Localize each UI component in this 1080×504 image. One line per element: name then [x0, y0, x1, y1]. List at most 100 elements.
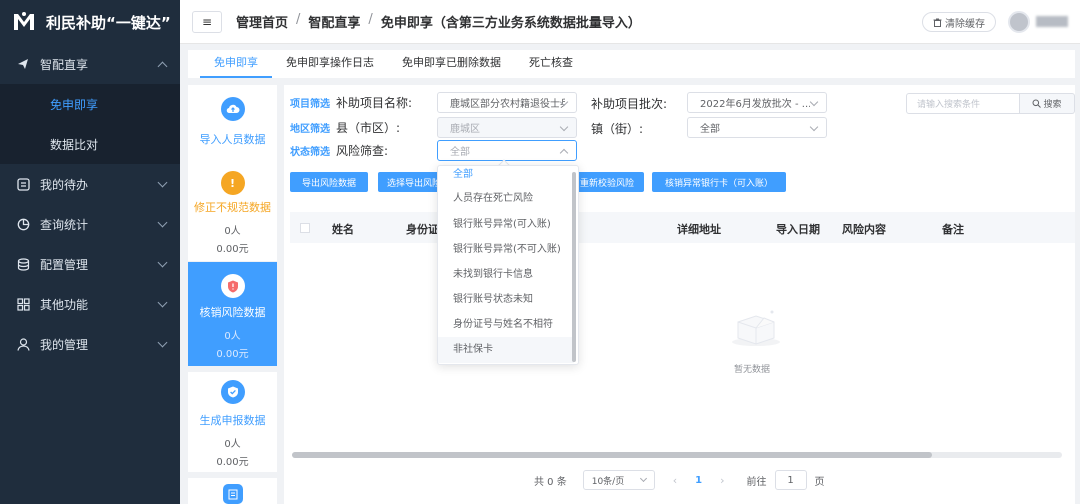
- select-all-checkbox[interactable]: [300, 223, 310, 233]
- column-header: 备注: [942, 223, 964, 236]
- search-icon: [1032, 99, 1042, 108]
- sidebar: 利民补助“一键达” 智配直享 免申即享 数据比对 我的待办 查询统计 配置管理: [0, 0, 180, 504]
- breadcrumb-separator: /: [368, 12, 373, 27]
- card-count: 0人: [224, 331, 241, 342]
- project-name-select[interactable]: 鹿城区部分农村籍退役士兵: [437, 92, 577, 113]
- risk-dropdown-menu: 全部 人员存在死亡风险 银行账号异常(可入账) 银行账号异常(不可入账) 未找到…: [437, 165, 579, 365]
- project-name-label: 补助项目名称:: [336, 95, 413, 110]
- card-title: 核销风险数据: [199, 306, 266, 319]
- chevron-down-icon: [809, 97, 819, 107]
- sidebar-item-stats[interactable]: 查询统计: [0, 204, 180, 244]
- data-table: 姓名 身份证 详细地址 导入日期 风险内容 备注: [290, 212, 1075, 502]
- batch-select[interactable]: 2022年6月发放批次 - ...: [687, 92, 827, 113]
- next-page-icon[interactable]: ›: [720, 474, 724, 487]
- dropdown-option[interactable]: 银行账号状态未知: [438, 287, 574, 313]
- page-size-select[interactable]: 10条/页: [582, 470, 655, 490]
- card-amount: 0.00元: [216, 244, 249, 255]
- chevron-down-icon: [809, 122, 819, 132]
- tab-mianshen[interactable]: 免申即享: [200, 50, 272, 78]
- chevron-down-icon: [157, 297, 168, 308]
- total-count: 共 0 条: [534, 476, 567, 488]
- risk-select[interactable]: 全部: [437, 140, 577, 161]
- dropdown-option[interactable]: 非社保卡: [438, 337, 574, 363]
- empty-box-icon: [732, 310, 780, 346]
- column-header: 导入日期: [776, 223, 820, 236]
- username-blurred[interactable]: [1036, 16, 1068, 27]
- tab-deleted-data[interactable]: 免申即享已删除数据: [388, 50, 515, 78]
- card-title: 修正不规范数据: [194, 201, 271, 214]
- card-more[interactable]: [188, 478, 277, 504]
- document-icon: [222, 484, 243, 504]
- dropdown-option[interactable]: 全部: [438, 166, 574, 188]
- menu-toggle-button[interactable]: ≡: [192, 10, 222, 33]
- page-size-value: 10条/页: [591, 476, 625, 487]
- card-generate[interactable]: 生成申报数据 0人 0.00元: [188, 372, 277, 472]
- recheck-risk-button[interactable]: 重新校验风险: [570, 172, 644, 192]
- breadcrumb-item[interactable]: 管理首页: [236, 12, 288, 31]
- top-header: ≡ 管理首页 / 智配直享 / 免申即享（含第三方业务系统数据批量导入） 清除缓…: [180, 0, 1080, 44]
- column-header: 身份证: [406, 223, 439, 236]
- clear-cache-button[interactable]: 清除缓存: [922, 12, 996, 32]
- app-title: 利民补助“一键达”: [46, 13, 171, 32]
- tab-death-check[interactable]: 死亡核查: [515, 50, 587, 78]
- sidebar-item-other[interactable]: 其他功能: [0, 284, 180, 324]
- dropdown-option[interactable]: 未找到银行卡信息: [438, 262, 574, 288]
- dropdown-scrollbar[interactable]: [572, 172, 576, 362]
- card-amount: 0.00元: [216, 457, 249, 468]
- project-name-value: 鹿城区部分农村籍退役士兵: [450, 99, 565, 110]
- cloud-upload-icon: [220, 97, 245, 121]
- sidebar-subitem-mianshen[interactable]: 免申即享: [0, 84, 180, 124]
- trash-icon: [933, 18, 942, 27]
- dropdown-option[interactable]: 人员存在死亡风险: [438, 186, 574, 212]
- card-import[interactable]: 导入人员数据: [188, 85, 277, 169]
- breadcrumb-item[interactable]: 智配直享: [308, 12, 360, 31]
- column-header: 姓名: [332, 223, 354, 236]
- todo-icon: [16, 177, 30, 191]
- horizontal-scrollbar[interactable]: [292, 452, 1062, 458]
- current-page[interactable]: 1: [695, 475, 702, 486]
- risk-label: 风险筛查:: [336, 143, 389, 158]
- scrollbar-thumb[interactable]: [292, 452, 932, 458]
- card-fix[interactable]: ! 修正不规范数据 0人 0.00元: [188, 169, 277, 261]
- card-count: 0人: [224, 439, 241, 450]
- card-verify-risk[interactable]: 核销风险数据 0人 0.00元: [188, 262, 277, 366]
- search-button[interactable]: 搜索: [1020, 93, 1075, 114]
- project-filter-tag: 项目筛选: [290, 98, 330, 110]
- chevron-down-icon: [639, 474, 647, 483]
- dropdown-option[interactable]: 银行账号异常(可入账): [438, 212, 574, 238]
- brand: 利民补助“一键达”: [0, 0, 180, 44]
- sidebar-item-todo[interactable]: 我的待办: [0, 164, 180, 204]
- send-icon: [16, 57, 30, 71]
- dropdown-option[interactable]: 身份证号与姓名不相符: [438, 312, 574, 338]
- sidebar-item-mine[interactable]: 我的管理: [0, 324, 180, 364]
- filter-row-region: 地区筛选 县（市区）:: [290, 116, 400, 138]
- page-unit: 页: [814, 476, 825, 488]
- town-select[interactable]: 全部: [687, 117, 827, 138]
- filter-row-project: 项目筛选 补助项目名称:: [290, 91, 412, 113]
- sidebar-item-label: 配置管理: [40, 257, 89, 272]
- pie-chart-icon: [16, 217, 30, 231]
- card-count: 0人: [224, 226, 241, 237]
- avatar[interactable]: [1008, 11, 1030, 33]
- prev-page-icon[interactable]: ‹: [673, 474, 677, 487]
- sidebar-item-label: 其他功能: [40, 297, 89, 312]
- region-filter-tag: 地区筛选: [290, 123, 330, 135]
- export-risk-button[interactable]: 导出风险数据: [290, 172, 368, 192]
- search-input[interactable]: 请输入搜索条件: [906, 93, 1020, 114]
- table-header: 姓名 身份证 详细地址 导入日期 风险内容 备注: [290, 212, 1075, 243]
- sidebar-subitem-compare[interactable]: 数据比对: [0, 124, 180, 164]
- sidebar-item-config[interactable]: 配置管理: [0, 244, 180, 284]
- verify-abnormal-card-button[interactable]: 核销异常银行卡（可入账）: [652, 172, 786, 192]
- search-button-label: 搜索: [1043, 100, 1062, 110]
- batch-value: 2022年6月发放批次 - ...: [700, 99, 810, 110]
- column-header: 风险内容: [842, 223, 886, 236]
- column-header: 详细地址: [677, 223, 721, 236]
- sidebar-item-zhipei[interactable]: 智配直享: [0, 44, 180, 84]
- tab-operation-log[interactable]: 免申即享操作日志: [272, 50, 388, 78]
- main-panel: 项目筛选 补助项目名称: 鹿城区部分农村籍退役士兵 补助项目批次: 2022年6…: [284, 85, 1075, 504]
- goto-page-input[interactable]: 1: [774, 470, 807, 490]
- chevron-down-icon: [157, 337, 168, 348]
- workflow-cards: 导入人员数据 ! 修正不规范数据 0人 0.00元 核销风险数据 0人 0.00…: [188, 85, 277, 504]
- dropdown-option[interactable]: 银行账号异常(不可入账): [438, 237, 574, 263]
- logo-icon: [14, 12, 34, 30]
